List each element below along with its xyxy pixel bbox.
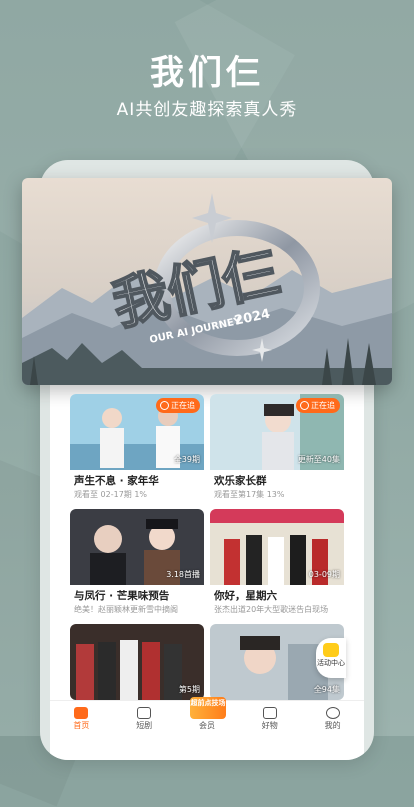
hero-subtitle: AI共创友趣探索真人秀 — [116, 100, 298, 120]
card-meta: 绝美！赵丽颖林更新雪中摘阁 — [74, 605, 178, 614]
card-meta: 张杰出道20年大型歌迷告白现场 — [214, 605, 329, 614]
gift-icon — [323, 643, 339, 657]
profile-icon — [325, 707, 340, 719]
tab-label: 会员 — [198, 721, 215, 730]
activity-center-label: 活动中心 — [317, 659, 345, 667]
featured-banner[interactable]: 我们仨 OUR AI JOURNEY 2024 — [22, 178, 392, 385]
tab-profile[interactable]: 我的 — [301, 701, 364, 737]
card-title: 欢乐家长群 — [214, 475, 267, 487]
content-card[interactable]: 第5期 — [70, 624, 204, 700]
cart-icon — [262, 707, 277, 719]
tab-label: 我的 — [324, 721, 341, 730]
tab-shop[interactable]: 好物 — [238, 701, 301, 737]
hero-title: 我们仨 — [150, 53, 264, 93]
tab-label: 好物 — [261, 721, 278, 730]
tab-label: 首页 — [73, 721, 90, 730]
episode-tag: 03-09期 — [308, 570, 340, 579]
tab-label: 短剧 — [136, 721, 153, 730]
tab-home[interactable]: 首页 — [50, 701, 113, 737]
home-icon — [74, 707, 89, 719]
episode-tag: 3.18首播 — [166, 570, 200, 579]
episode-tag: 第5期 — [178, 685, 200, 694]
short-drama-icon — [137, 707, 152, 719]
card-meta: 观看至第17集 13% — [214, 490, 285, 499]
clock-icon — [300, 401, 309, 410]
content-card[interactable]: 03-09期 你好，星期六 张杰出道20年大型歌迷告白现场 — [210, 509, 344, 621]
card-title: 你好，星期六 — [214, 590, 277, 602]
activity-center-button[interactable]: 活动中心 — [316, 638, 346, 678]
vip-promo-pill[interactable]: 超前点技场 — [190, 697, 226, 719]
content-card[interactable]: 3.18首播 与凤行 · 芒果味预告 绝美！赵丽颖林更新雪中摘阁 — [70, 509, 204, 621]
following-badge: 正在追 — [156, 398, 200, 413]
card-title: 声生不息 · 家年华 — [74, 475, 159, 487]
content-card[interactable]: 正在追 全39期 声生不息 · 家年华 观看至 02-17期 1% — [70, 394, 204, 506]
episode-tag: 更新至40集 — [297, 455, 340, 464]
card-meta: 观看至 02-17期 1% — [74, 490, 148, 499]
content-card[interactable]: 正在追 更新至40集 欢乐家长群 观看至第17集 13% — [210, 394, 344, 506]
episode-tag: 全94集 — [313, 685, 340, 694]
following-badge: 正在追 — [296, 398, 340, 413]
banner-artwork: 我们仨 OUR AI JOURNEY 2024 — [22, 178, 392, 385]
card-title: 与凤行 · 芒果味预告 — [74, 590, 170, 602]
clock-icon — [160, 401, 169, 410]
tab-short-drama[interactable]: 短剧 — [113, 701, 176, 737]
episode-tag: 全39期 — [173, 455, 200, 464]
